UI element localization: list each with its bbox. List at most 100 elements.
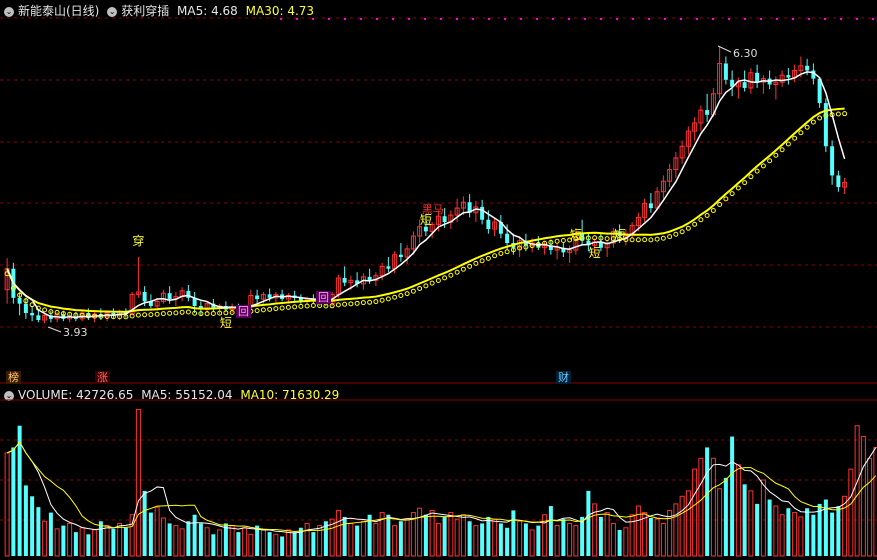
ma30-dot xyxy=(404,291,410,297)
ma30-dot xyxy=(210,310,216,316)
volume-bar xyxy=(604,512,610,557)
volume-bar xyxy=(392,525,398,557)
ma30-dot xyxy=(498,251,504,257)
volume-bar xyxy=(467,521,472,556)
cai-tag[interactable]: 财 xyxy=(556,371,571,384)
volume-bar xyxy=(142,490,147,556)
ma30-dot xyxy=(254,308,260,314)
ma30-dot xyxy=(485,255,491,261)
candle-body xyxy=(442,216,447,223)
volume-bar xyxy=(730,436,735,556)
volume-bar xyxy=(248,533,254,557)
candle-body xyxy=(36,315,41,321)
volume-bar xyxy=(767,499,772,556)
candle-body xyxy=(23,303,28,314)
volume-bar xyxy=(623,527,629,557)
volume-bar xyxy=(111,528,116,556)
ma30-dot xyxy=(604,236,610,242)
candle-body xyxy=(830,146,835,176)
volume-bar xyxy=(36,507,41,556)
volume-bar xyxy=(673,503,679,557)
volume-bar xyxy=(598,516,603,556)
ma30-dot xyxy=(298,303,304,309)
ma30-dot xyxy=(460,266,466,272)
heima-marker: 黑马 xyxy=(422,203,444,216)
top-tick xyxy=(760,18,762,20)
volume-bar xyxy=(217,529,223,557)
volume-bar xyxy=(660,522,666,557)
candle-body xyxy=(167,293,172,300)
ma30-dot xyxy=(454,269,460,275)
candle-body xyxy=(255,295,260,300)
ma30-dot xyxy=(185,309,191,315)
top-tick xyxy=(680,18,682,20)
ma30-dot xyxy=(560,238,566,244)
top-tick xyxy=(344,18,346,20)
ma30-dot xyxy=(760,163,766,169)
top-tick xyxy=(424,18,426,20)
ma30-dot xyxy=(423,283,429,289)
ma30-dot xyxy=(154,311,160,317)
top-tick xyxy=(472,18,474,20)
top-tick xyxy=(584,18,586,20)
candle-body xyxy=(755,72,760,83)
ma30-dot xyxy=(267,306,273,312)
volume-bar xyxy=(360,520,366,557)
ma30-dot xyxy=(710,207,716,213)
top-tick xyxy=(808,18,810,20)
ma30-dot xyxy=(167,310,173,316)
top-tick xyxy=(312,18,314,20)
ma30-dot xyxy=(717,201,723,207)
ma30-dot xyxy=(479,258,485,264)
duan-marker: 短 xyxy=(589,246,601,260)
ma30-dot xyxy=(273,306,279,312)
volume-bar xyxy=(423,514,428,556)
ma30-dot xyxy=(367,299,373,305)
volume-bar xyxy=(523,523,528,556)
ma30-dot xyxy=(810,119,816,125)
volume-bar xyxy=(211,534,216,556)
ma30-dot xyxy=(729,191,735,197)
volume-bar xyxy=(610,522,616,557)
ma30-dot xyxy=(817,115,823,121)
ma30-dot xyxy=(142,312,148,318)
volume-bar xyxy=(505,527,510,556)
volume-bar xyxy=(123,527,128,556)
ma30-dot xyxy=(42,307,48,313)
volume-bar xyxy=(342,516,347,556)
volume-bar xyxy=(805,508,810,556)
volume-bar xyxy=(173,525,179,557)
top-tick xyxy=(824,18,826,20)
volume-bar xyxy=(260,529,266,557)
bang-tag[interactable]: 榜 xyxy=(6,371,21,384)
volume-bar xyxy=(61,525,66,556)
top-tick xyxy=(568,18,570,20)
ma30-dot xyxy=(292,304,298,310)
ma30-dot xyxy=(785,141,791,147)
candle-body xyxy=(267,294,272,298)
ma30-dot xyxy=(660,235,666,241)
top-tick xyxy=(872,18,874,20)
top-tick xyxy=(488,18,490,20)
volume-bar xyxy=(148,512,153,556)
ma30-dot xyxy=(779,147,785,153)
volume-bar xyxy=(73,532,78,556)
low-price-pointer xyxy=(47,326,62,333)
top-tick xyxy=(744,18,746,20)
ma30-dot xyxy=(504,249,510,255)
volume-bar xyxy=(311,532,316,556)
volume-bar xyxy=(554,525,560,557)
volume-bar xyxy=(685,490,691,557)
volume-bar xyxy=(792,512,798,557)
top-tick xyxy=(632,18,634,20)
volume-bar xyxy=(742,484,747,556)
volume-bar xyxy=(654,518,660,557)
hui-marker: 回 xyxy=(316,291,331,304)
volume-bar xyxy=(285,529,291,557)
volume-bar xyxy=(860,436,866,557)
low-price-label: 3.93 xyxy=(63,326,88,339)
ma30-dot xyxy=(673,231,679,237)
ma30-dot xyxy=(335,302,341,308)
zhang-tag[interactable]: 涨 xyxy=(95,371,110,384)
volume-bar xyxy=(135,408,141,557)
